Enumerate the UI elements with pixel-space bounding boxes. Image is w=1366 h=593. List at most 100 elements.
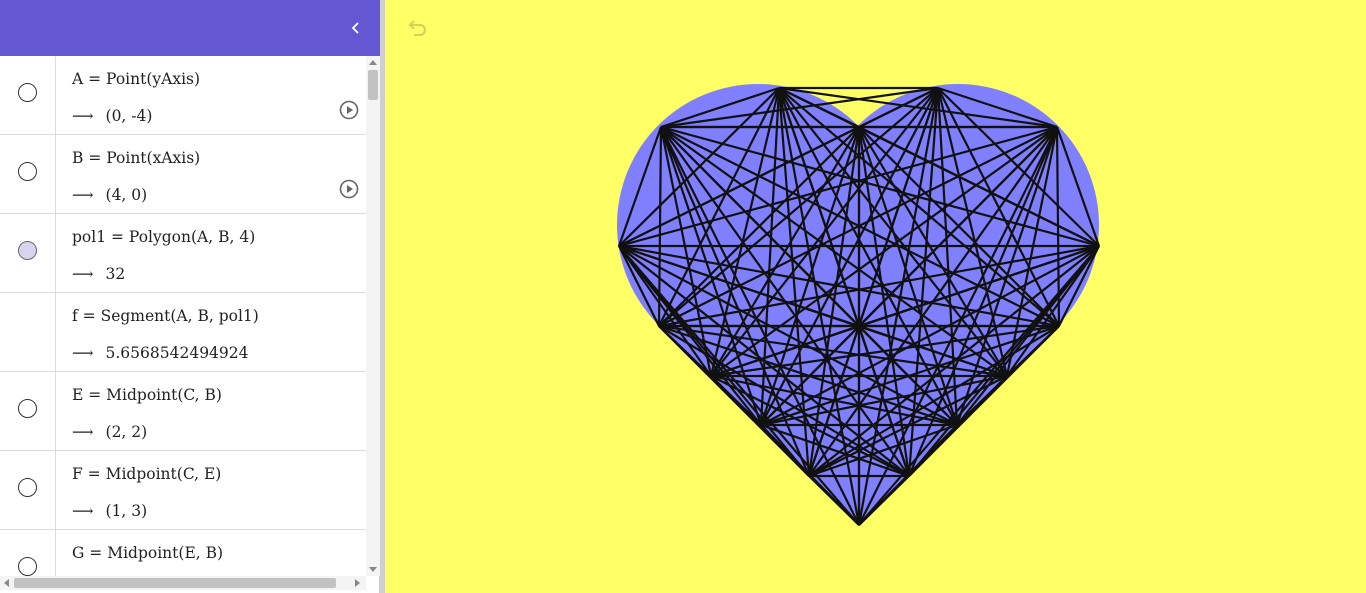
segment-line xyxy=(658,325,860,526)
algebra-row-f-point[interactable]: F = Midpoint(C, E) ⟶ (1, 3) xyxy=(0,451,366,530)
vertical-scrollbar[interactable] xyxy=(366,56,380,576)
arrow-icon: ⟶ xyxy=(72,186,94,204)
scroll-right-arrow-icon[interactable] xyxy=(355,579,360,587)
definition-text[interactable]: B = Point(xAxis) xyxy=(72,149,200,167)
segment-line xyxy=(760,126,1058,426)
segment-line xyxy=(658,325,762,426)
segment-line xyxy=(760,424,810,477)
segment-line xyxy=(710,375,860,526)
segment-line xyxy=(858,126,1058,327)
segment-line xyxy=(808,423,958,478)
scroll-down-arrow-icon[interactable] xyxy=(369,567,377,572)
algebra-view: A = Point(yAxis) ⟶ (0, -4) B = Point(xAxi… xyxy=(0,0,380,593)
scrollbar-thumb[interactable] xyxy=(368,70,378,100)
segment-line xyxy=(777,87,861,526)
arrow-icon: ⟶ xyxy=(72,265,94,283)
segment-line xyxy=(658,324,958,427)
segment-line xyxy=(618,245,660,327)
value-line: ⟶ 32 xyxy=(72,265,125,283)
algebra-header xyxy=(0,0,380,56)
play-icon[interactable] xyxy=(339,100,359,120)
segment-line xyxy=(658,325,712,377)
segment-line xyxy=(760,325,860,426)
definition-text[interactable]: F = Midpoint(C, E) xyxy=(72,465,221,483)
value-text: (0, -4) xyxy=(105,107,153,125)
segment-line xyxy=(658,244,1100,328)
segment-line xyxy=(659,126,713,377)
segment-line xyxy=(1006,245,1100,377)
undo-icon[interactable] xyxy=(405,16,429,40)
play-icon[interactable] xyxy=(339,179,359,199)
visibility-toggle[interactable] xyxy=(18,83,37,102)
segment-line xyxy=(858,324,1008,378)
collapse-button[interactable] xyxy=(342,14,370,42)
value-line: ⟶ 5.6568542494924 xyxy=(72,344,249,362)
graphics-view[interactable] xyxy=(385,0,1366,593)
value-line: ⟶ (2, 2) xyxy=(72,423,147,441)
segment-line xyxy=(760,245,1100,426)
segment-line xyxy=(778,87,1060,327)
heart-drawing[interactable] xyxy=(385,0,1366,593)
segment-line xyxy=(908,424,958,477)
segment-line xyxy=(858,325,1060,526)
visibility-toggle[interactable] xyxy=(18,162,37,181)
segment-line xyxy=(710,87,939,377)
segment-line xyxy=(660,126,910,477)
value-text: 32 xyxy=(105,265,126,283)
segment-line xyxy=(937,87,1060,327)
algebra-row-f[interactable]: f = Segment(A, B, pol1) ⟶ 5.6568542494924 xyxy=(0,293,366,372)
definition-text[interactable]: E = Midpoint(C, B) xyxy=(72,386,222,404)
scroll-up-arrow-icon[interactable] xyxy=(369,60,377,65)
segment-line xyxy=(660,126,1008,377)
algebra-row-e[interactable]: E = Midpoint(C, B) ⟶ (2, 2) xyxy=(0,372,366,451)
visibility-toggle[interactable] xyxy=(18,557,37,576)
segment-line xyxy=(777,87,811,477)
heart-right-lobe xyxy=(817,84,1099,366)
arrow-icon: ⟶ xyxy=(72,107,94,125)
algebra-row-a[interactable]: A = Point(yAxis) ⟶ (0, -4) xyxy=(0,56,366,135)
segment-line xyxy=(759,126,861,426)
visibility-toggle[interactable] xyxy=(18,399,37,418)
segment-line xyxy=(710,126,860,377)
segment-line xyxy=(760,324,1060,427)
segment-line xyxy=(618,87,780,247)
segment-line xyxy=(660,126,958,426)
heart-lower-body xyxy=(619,126,1099,525)
algebra-row-b[interactable]: B = Point(xAxis) ⟶ (4, 0) xyxy=(0,135,366,214)
segment-line xyxy=(660,126,1060,327)
definition-text[interactable]: G = Midpoint(E, B) xyxy=(72,544,223,562)
segment-line xyxy=(858,244,1100,328)
segment-line xyxy=(808,325,1060,477)
segment-line xyxy=(857,87,940,526)
horizontal-scrollbar[interactable] xyxy=(0,576,366,590)
segment-line xyxy=(618,245,810,477)
arrow-icon: ⟶ xyxy=(72,423,94,441)
segment-line xyxy=(858,126,1060,327)
segment-line xyxy=(1006,325,1060,377)
segment-line xyxy=(760,87,939,426)
visibility-cell xyxy=(0,530,56,576)
segment-line xyxy=(936,87,959,426)
segment-line xyxy=(936,87,1009,377)
scrollbar-thumb[interactable] xyxy=(14,578,336,588)
definition-text[interactable]: A = Point(yAxis) xyxy=(72,70,200,88)
algebra-row-pol1[interactable]: pol1 = Polygon(A, B, 4) ⟶ 32 xyxy=(0,214,366,293)
segment-line xyxy=(618,245,712,377)
visibility-cell xyxy=(0,214,56,292)
segment-line xyxy=(618,125,1058,248)
visibility-toggle[interactable] xyxy=(18,241,37,260)
visibility-cell xyxy=(0,293,56,371)
definition-text[interactable]: f = Segment(A, B, pol1) xyxy=(72,307,259,325)
algebra-row-g[interactable]: G = Midpoint(E, B) xyxy=(0,530,366,576)
segment-line xyxy=(1058,245,1100,327)
segment-line xyxy=(618,244,1060,328)
arrow-icon: ⟶ xyxy=(72,344,94,362)
value-text: (4, 0) xyxy=(105,186,148,204)
scroll-left-arrow-icon[interactable] xyxy=(4,579,9,587)
segment-line xyxy=(908,325,1060,477)
segment-line xyxy=(955,126,1059,426)
visibility-toggle[interactable] xyxy=(18,478,37,497)
segment-line xyxy=(618,245,958,426)
segment-line xyxy=(857,87,940,327)
definition-text[interactable]: pol1 = Polygon(A, B, 4) xyxy=(72,228,255,246)
